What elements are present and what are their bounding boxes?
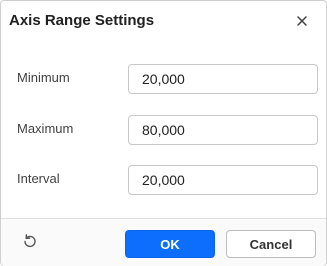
cancel-button[interactable]: Cancel: [226, 230, 316, 258]
interval-label: Interval: [17, 171, 60, 186]
close-button[interactable]: [292, 12, 312, 32]
dialog-header: Axis Range Settings: [1, 1, 326, 43]
maximum-input[interactable]: [128, 115, 318, 145]
minimum-label: Minimum: [17, 70, 70, 85]
dialog-title: Axis Range Settings: [9, 12, 155, 29]
reset-button[interactable]: [20, 233, 40, 253]
reset-icon: [22, 233, 38, 254]
ok-button[interactable]: OK: [125, 230, 215, 258]
dialog-footer: OK Cancel: [1, 218, 326, 266]
maximum-label: Maximum: [17, 121, 74, 136]
minimum-input[interactable]: [128, 64, 318, 94]
close-icon: [297, 13, 307, 31]
interval-input[interactable]: [128, 165, 318, 195]
axis-range-dialog: Axis Range Settings Minimum Maximum Inte…: [0, 0, 327, 266]
